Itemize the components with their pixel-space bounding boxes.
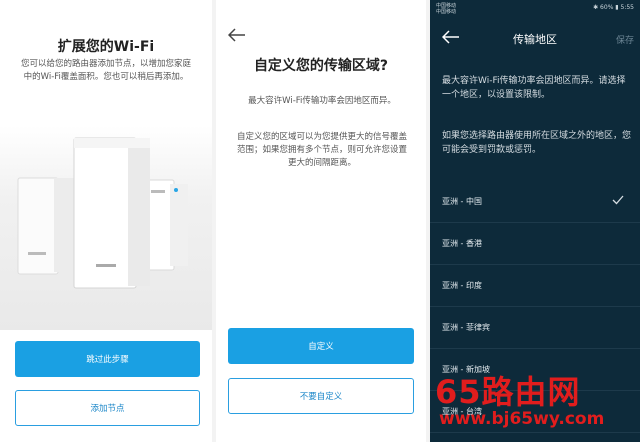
region-option[interactable]: 亚洲 - 香港 <box>430 223 640 265</box>
power-limit-text: 最大容许Wi-Fi传输功率会因地区而异。 <box>248 96 396 106</box>
back-arrow-icon[interactable] <box>228 28 246 42</box>
customize-region-screen: 自定义您的传输区域? 最大容许Wi-Fi传输功率会因地区而异。 自定义您的区域可… <box>216 0 426 442</box>
page-description: 您可以给您的路由器添加节点，以增加您家庭中的Wi-Fi覆盖面积。您也可以稍后再添… <box>20 59 191 82</box>
page-title: 传输地区 <box>513 33 557 46</box>
page-title: 扩展您的Wi-Fi <box>57 39 155 55</box>
status-indicators: ✱ 60% ▮ 5:55 <box>593 4 634 11</box>
dont-customize-button[interactable]: 不要自定义 <box>228 378 414 414</box>
plug-node-right <box>143 179 188 271</box>
tower-node-center <box>73 137 150 289</box>
watermark-url: www.bj65wy.com <box>439 409 605 429</box>
skip-step-button[interactable]: 跳过此步骤 <box>15 341 200 377</box>
region-option[interactable]: 亚洲 - 菲律宾 <box>430 307 640 349</box>
region-label: 亚洲 - 印度 <box>442 281 482 290</box>
save-button[interactable]: 保存 <box>616 33 634 46</box>
watermark-title: 65路由网 <box>435 373 581 411</box>
region-option[interactable]: 亚洲 - 中国 <box>430 181 640 223</box>
customize-button[interactable]: 自定义 <box>228 328 414 364</box>
region-intro-text: 最大容许Wi-Fi传输功率会因地区而异。请选择一个地区，以设置该限制。 <box>442 76 626 100</box>
carrier-label-2: 中国移动 <box>436 9 457 15</box>
site-watermark: 65路由网 www.bj65wy.com <box>435 373 604 429</box>
add-node-button[interactable]: 添加节点 <box>15 390 200 426</box>
coverage-text: 自定义您的区域可以为您提供更大的信号覆盖范围；如果您拥有多个节点，则可允许您设置… <box>236 132 407 168</box>
region-warning-text: 如果您选择路由器使用所在区域之外的地区，您可能会受到罚款或惩罚。 <box>442 131 632 155</box>
region-label: 亚洲 - 香港 <box>442 239 482 248</box>
expand-wifi-screen: 扩展您的Wi-Fi 您可以给您的路由器添加节点，以增加您家庭中的Wi-Fi覆盖面… <box>0 0 212 442</box>
velop-nodes-image <box>17 137 188 289</box>
checkmark-icon <box>612 195 624 205</box>
region-label: 亚洲 - 菲律宾 <box>442 323 490 332</box>
small-node-left <box>17 177 74 275</box>
page-title: 自定义您的传输区域? <box>253 58 389 74</box>
status-bar: 中国移动 中国移动 ✱ 60% ▮ 5:55 <box>436 2 634 16</box>
region-option[interactable]: 亚洲 - 印度 <box>430 265 640 307</box>
region-label: 亚洲 - 中国 <box>442 197 482 206</box>
